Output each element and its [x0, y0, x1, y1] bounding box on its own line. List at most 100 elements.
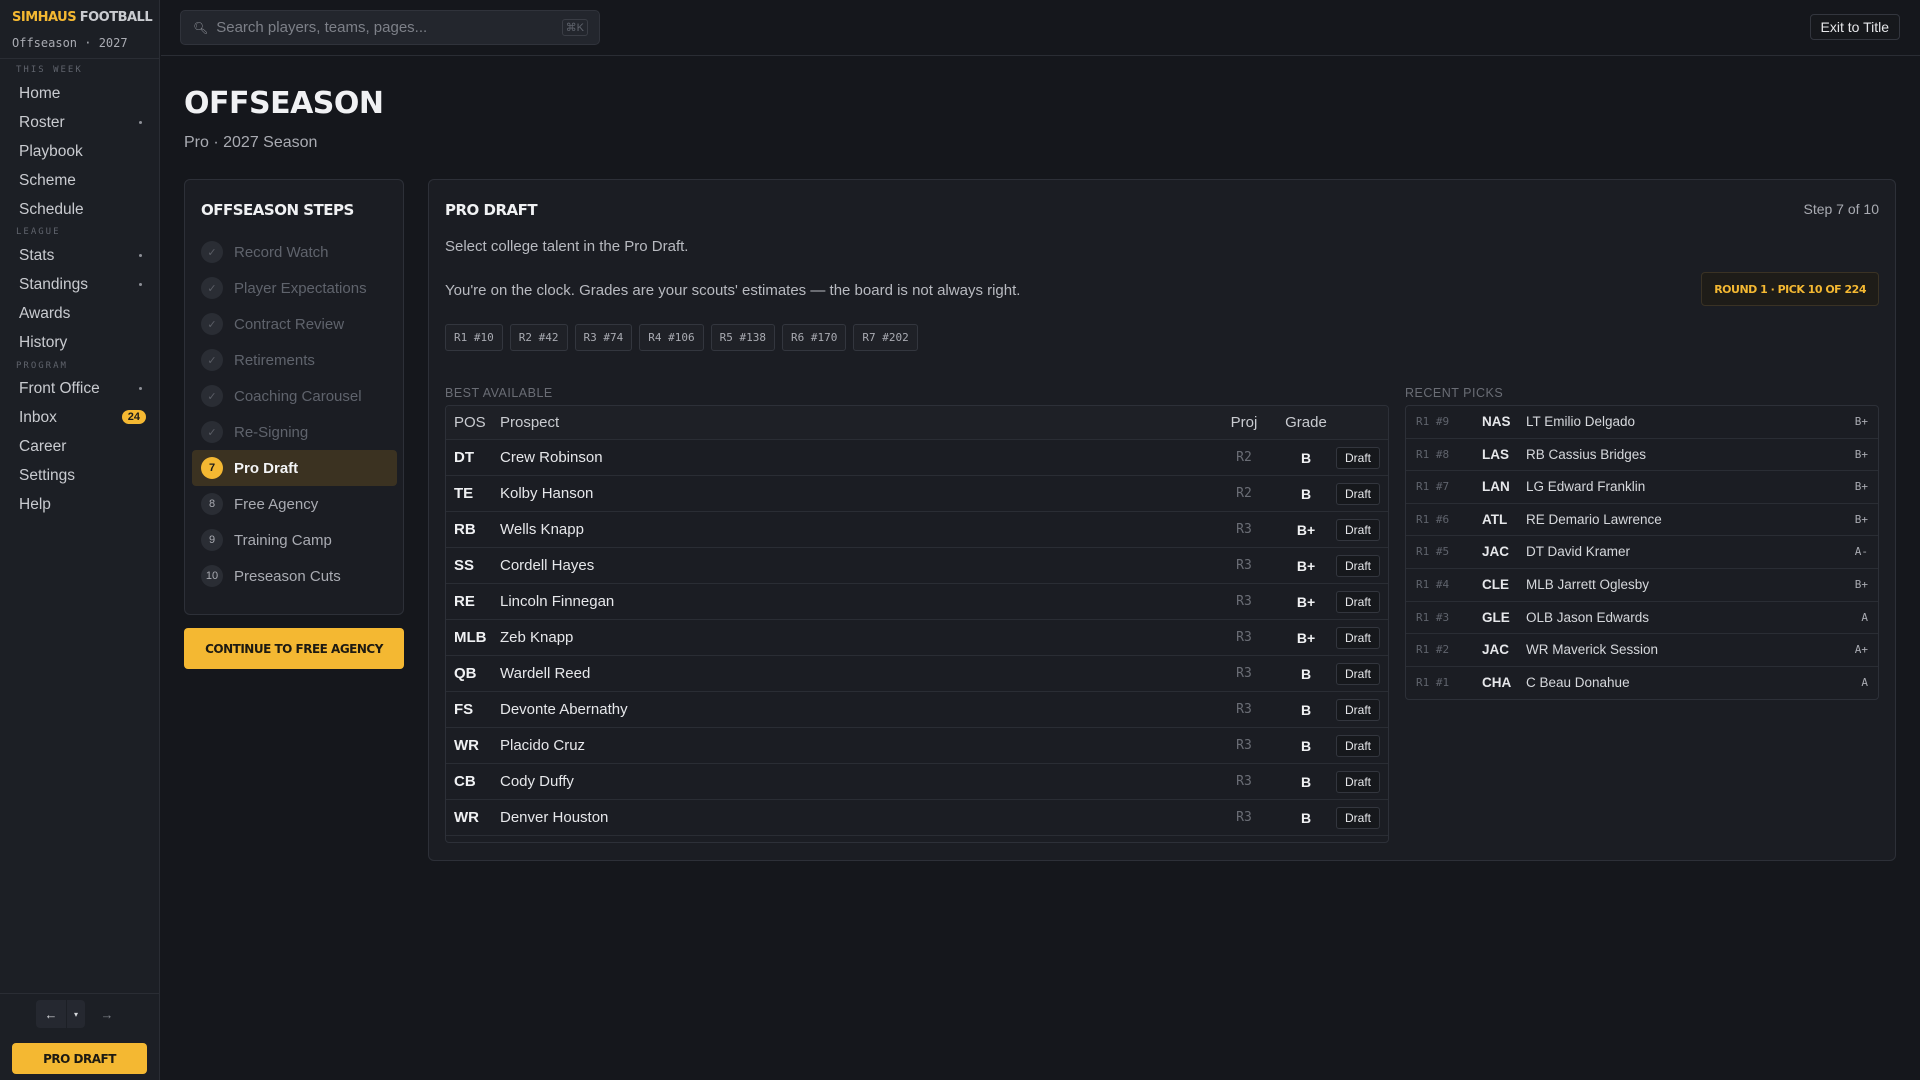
prospect-grade: B+	[1296, 594, 1316, 610]
column-header-grade[interactable]: Grade	[1282, 406, 1330, 440]
draft-button[interactable]: Draft	[1335, 447, 1380, 469]
sidebar-item-stats[interactable]: Stats	[10, 243, 148, 269]
drafted-player[interactable]: C Beau Donahue	[1526, 667, 1630, 699]
page-subtitle: Pro · 2027 Season	[184, 134, 318, 151]
offseason-step[interactable]: 7 Pro Draft	[192, 450, 397, 486]
drafted-player[interactable]: WR Maverick Session	[1526, 634, 1658, 666]
sidebar-item-schedule[interactable]: Schedule	[10, 197, 148, 223]
prospect-name[interactable]: Placido Cruz	[500, 728, 585, 764]
sidebar-item-inbox[interactable]: Inbox 24	[10, 405, 148, 431]
prospect-name[interactable]: Devonte Abernathy	[500, 692, 628, 728]
pick-grade: B+	[1854, 447, 1868, 461]
pick-grade: A-	[1854, 545, 1868, 559]
prospect-name[interactable]: Wells Knapp	[500, 512, 584, 548]
drafted-player[interactable]: DT David Kramer	[1526, 536, 1630, 568]
prospect-name[interactable]: Cody Duffy	[500, 764, 574, 800]
offseason-step[interactable]: 10 Preseason Cuts	[192, 558, 397, 594]
page-title: OFFSEASON	[184, 86, 384, 121]
prospect-grade: B+	[1296, 558, 1316, 574]
prospect-position: DT	[454, 449, 474, 466]
offseason-step[interactable]: ✓ Re-Signing	[192, 414, 397, 450]
prospect-name[interactable]: Wardell Reed	[500, 656, 590, 692]
nav-section-league: LEAGUE	[16, 227, 61, 237]
offseason-step[interactable]: ✓ Coaching Carousel	[192, 378, 397, 414]
sidebar-item-standings[interactable]: Standings	[10, 272, 148, 298]
exit-to-title-button[interactable]: Exit to Title	[1809, 14, 1900, 40]
sidebar-item-roster[interactable]: Roster	[10, 110, 148, 136]
prospect-name[interactable]: Kolby Hanson	[500, 476, 593, 512]
check-icon: ✓	[201, 385, 223, 407]
offseason-step[interactable]: ✓ Record Watch	[192, 234, 397, 270]
sidebar-item-settings[interactable]: Settings	[10, 463, 148, 489]
step-label: Coaching Carousel	[234, 387, 362, 405]
brand-logo[interactable]: SIMHAUS FOOTBALL	[12, 9, 153, 25]
check-icon: ✓	[201, 313, 223, 335]
submenu-dot-icon	[139, 254, 142, 257]
best-available-label: BEST AVAILABLE	[445, 386, 553, 400]
prospect-position: WR	[454, 737, 479, 754]
sidebar-item-home[interactable]: Home	[10, 81, 148, 107]
steps-title: OFFSEASON STEPS	[201, 201, 354, 219]
prospect-name[interactable]: Crew Robinson	[500, 440, 603, 476]
draft-button[interactable]: Draft	[1335, 735, 1380, 757]
prospects-table: POS Prospect Proj Grade DT Crew Robinson R…	[445, 405, 1389, 843]
prospect-name[interactable]: Zeb Knapp	[500, 620, 573, 656]
owned-pick-chip: R5 #138	[710, 324, 775, 351]
prospect-name[interactable]: Denver Houston	[500, 800, 608, 836]
history-dropdown-icon[interactable]: ▾	[67, 1000, 85, 1028]
offseason-step[interactable]: ✓ Retirements	[192, 342, 397, 378]
sidebar-item-history[interactable]: History	[10, 330, 148, 356]
drafted-player[interactable]: LG Edward Franklin	[1526, 471, 1645, 503]
prospect-grade: B	[1300, 486, 1312, 502]
team-abbreviation: CLE	[1482, 577, 1509, 592]
draft-button[interactable]: Draft	[1335, 483, 1380, 505]
sidebar-item-career[interactable]: Career	[10, 434, 148, 460]
offseason-step[interactable]: ✓ Player Expectations	[192, 270, 397, 306]
offseason-step[interactable]: ✓ Contract Review	[192, 306, 397, 342]
prospect-name[interactable]: Cordell Hayes	[500, 548, 594, 584]
offseason-steps-panel: OFFSEASON STEPS ✓ Record Watch ✓ Player Exp…	[184, 179, 404, 615]
sidebar-item-label: Inbox	[19, 409, 57, 426]
drafted-player[interactable]: OLB Jason Edwards	[1526, 602, 1649, 634]
brand-secondary: FOOTBALL	[79, 10, 153, 25]
prospect-name[interactable]: Lincoln Finnegan	[500, 584, 614, 620]
drafted-player[interactable]: MLB Jarrett Oglesby	[1526, 569, 1649, 601]
sidebar-item-scheme[interactable]: Scheme	[10, 168, 148, 194]
offseason-step[interactable]: 9 Training Camp	[192, 522, 397, 558]
column-header-prospect[interactable]: Prospect	[500, 406, 559, 440]
draft-button[interactable]: Draft	[1335, 627, 1380, 649]
sidebar-item-help[interactable]: Help	[10, 492, 148, 518]
table-row: SS Cordell Hayes R3 B+ Draft	[446, 548, 1388, 584]
draft-button[interactable]: Draft	[1335, 519, 1380, 541]
offseason-step[interactable]: 8 Free Agency	[192, 486, 397, 522]
step-number: 9	[201, 529, 223, 551]
draft-button[interactable]: Draft	[1335, 591, 1380, 613]
step-label: Contract Review	[234, 315, 345, 333]
drafted-player[interactable]: LT Emilio Delgado	[1526, 406, 1635, 438]
draft-button[interactable]: Draft	[1335, 663, 1380, 685]
sidebar-item-playbook[interactable]: Playbook	[10, 139, 148, 165]
sidebar-item-awards[interactable]: Awards	[10, 301, 148, 327]
column-header-pos[interactable]: POS	[454, 406, 486, 440]
search-input[interactable]: 🔍︎ Search players, teams, pages... ⌘K	[180, 10, 600, 45]
prospect-position: RB	[454, 521, 476, 538]
pick-number: R1 #2	[1416, 643, 1450, 657]
sidebar-item-front-office[interactable]: Front Office	[10, 376, 148, 402]
draft-button[interactable]: Draft	[1335, 807, 1380, 829]
current-phase-button[interactable]: PRO DRAFT	[12, 1043, 147, 1074]
drafted-player[interactable]: RB Cassius Bridges	[1526, 439, 1646, 471]
back-arrow-icon[interactable]: ←	[36, 1000, 66, 1028]
table-row: QB Wardell Reed R3 B Draft	[446, 656, 1388, 692]
column-header-proj[interactable]: Proj	[1222, 406, 1266, 440]
draft-button[interactable]: Draft	[1335, 699, 1380, 721]
draft-button[interactable]: Draft	[1335, 555, 1380, 577]
prospect-projected-round: R3	[1236, 522, 1252, 537]
prospect-projected-round: R3	[1236, 810, 1252, 825]
continue-button[interactable]: CONTINUE TO FREE AGENCY	[184, 628, 404, 669]
drafted-player[interactable]: RE Demario Lawrence	[1526, 504, 1662, 536]
pick-number: R1 #5	[1416, 545, 1450, 559]
prospect-grade: B+	[1296, 630, 1316, 646]
list-item: R1 #6 ATL RE Demario Lawrence B+	[1406, 504, 1878, 537]
forward-arrow-icon[interactable]: →	[92, 1000, 122, 1028]
draft-button[interactable]: Draft	[1335, 771, 1380, 793]
